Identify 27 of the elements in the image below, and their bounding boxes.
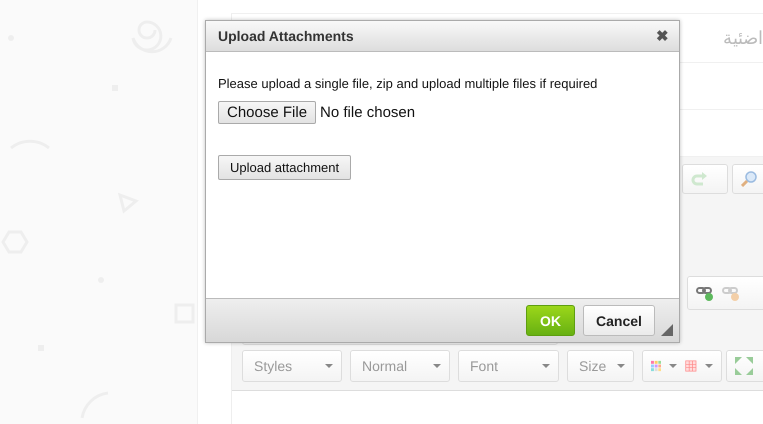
color-grid-icon[interactable] (651, 359, 662, 373)
instructions-text: Please upload a single file, zip and upload multiple files if required (218, 76, 598, 91)
resize-grip-icon[interactable] (661, 324, 673, 336)
format-dropdown[interactable]: Size (567, 350, 634, 382)
ok-button[interactable]: OK (526, 305, 575, 336)
dialog-title: Upload Attachments (218, 28, 354, 44)
close-button[interactable]: ✖ (656, 28, 669, 44)
caret-icon (325, 364, 333, 368)
unlink-icon[interactable] (722, 285, 740, 301)
maximize-icon[interactable] (735, 357, 753, 375)
caret-icon (542, 364, 550, 368)
choose-file-button[interactable]: Choose File (218, 101, 316, 124)
caret-icon (705, 364, 713, 368)
search-icon[interactable] (741, 171, 757, 187)
caret-icon (617, 364, 625, 368)
format-dropdown[interactable]: Font (458, 350, 559, 382)
file-status: No file chosen (320, 104, 416, 121)
link-icon[interactable] (696, 285, 714, 301)
upload-button[interactable]: Upload attachment (218, 155, 352, 180)
caret-icon (433, 364, 441, 368)
format-dropdown[interactable]: Styles (242, 350, 342, 382)
page-title: اضئية (723, 27, 763, 49)
cancel-button[interactable]: Cancel (583, 305, 655, 336)
format-dropdown[interactable]: Normal (350, 350, 450, 382)
caret-icon (669, 364, 678, 368)
redo-icon[interactable] (691, 172, 707, 186)
table-icon[interactable] (685, 358, 697, 374)
